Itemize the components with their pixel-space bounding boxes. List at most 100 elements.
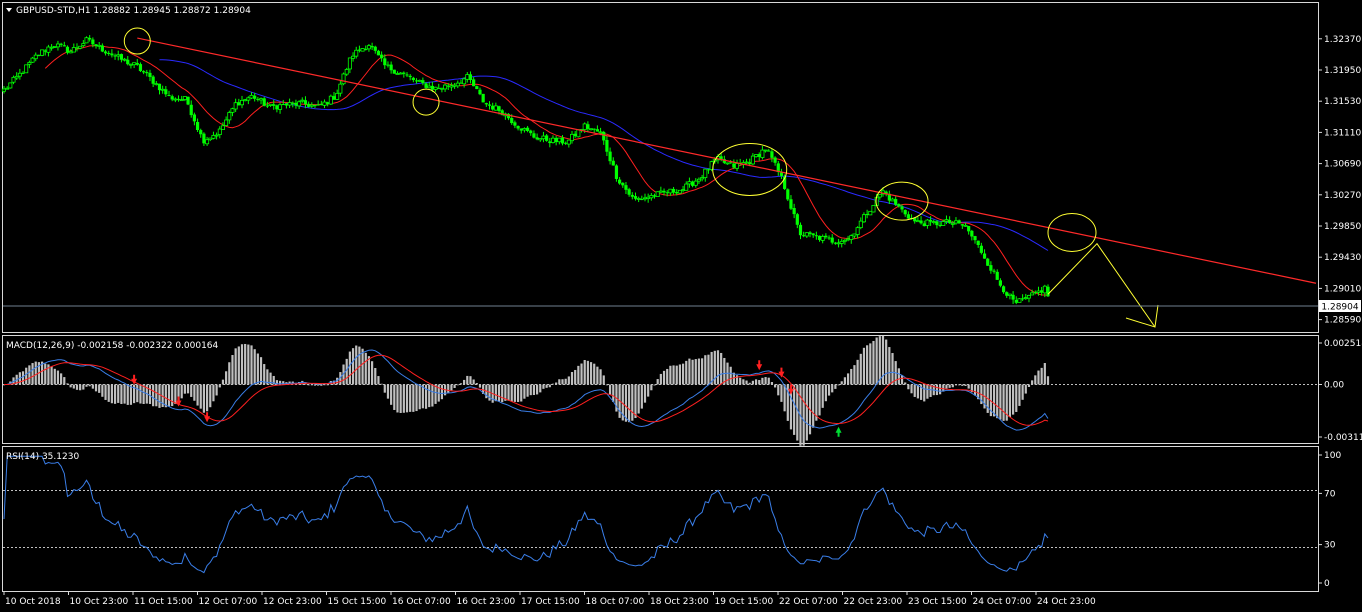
macd-bar <box>891 353 894 385</box>
macd-bar <box>247 344 250 385</box>
candle <box>1017 298 1022 303</box>
macd-bar <box>1002 384 1005 421</box>
macd-bar <box>900 375 904 385</box>
macd-bar <box>529 384 532 396</box>
macd-bar <box>107 384 110 402</box>
macd-bar <box>701 358 704 385</box>
macd-tick-label: 0.00 <box>1324 381 1344 391</box>
macd-bar <box>523 384 526 399</box>
time-tick-label: 22 Oct 23:00 <box>844 597 903 607</box>
macd-bar <box>380 383 383 385</box>
macd-bar <box>85 384 88 387</box>
macd-bar <box>56 370 60 385</box>
macd-bar <box>656 379 659 385</box>
macd-bar <box>834 384 837 389</box>
macd-bar <box>88 384 91 387</box>
macd-bar <box>69 384 72 388</box>
macd-bar <box>999 384 1002 420</box>
macd-bar <box>501 384 504 403</box>
macd-bar <box>478 384 482 388</box>
price-tick-label: 1.30270 <box>1324 191 1361 201</box>
macd-bar <box>399 384 402 413</box>
macd-bar <box>126 384 129 405</box>
macd-bar <box>628 384 631 423</box>
macd-bar <box>748 382 751 385</box>
macd-bar <box>158 384 161 408</box>
macd-bar <box>310 384 313 386</box>
macd-bar <box>434 384 437 404</box>
macd-bar <box>1008 384 1012 418</box>
macd-bar <box>996 384 999 419</box>
macd-bar <box>599 369 602 385</box>
macd-bar <box>567 376 570 385</box>
macd-bar <box>193 384 196 401</box>
candle <box>655 191 660 197</box>
macd-bar <box>110 384 113 404</box>
macd-bar <box>139 384 142 404</box>
time-tick-label: 22 Oct 07:00 <box>779 597 838 607</box>
macd-bar <box>780 384 783 402</box>
macd-bar <box>323 384 326 386</box>
macd-bar <box>60 373 63 385</box>
time-tick-label: 10 Oct 23:00 <box>70 597 129 607</box>
macd-bar <box>720 352 723 385</box>
macd-bar <box>256 353 259 385</box>
macd-bar <box>367 356 371 385</box>
macd-bar <box>885 339 888 385</box>
macd-bar <box>678 364 682 385</box>
macd-bar <box>659 373 662 385</box>
macd-bar <box>647 384 650 397</box>
macd-bar <box>739 377 742 385</box>
price-tick-label: 1.31950 <box>1324 66 1361 76</box>
time-tick-label: 11 Oct 15:00 <box>134 597 193 607</box>
macd-bar <box>440 384 444 400</box>
macd-tick-label: 0.002518 <box>1324 339 1362 349</box>
trading-chart[interactable]: 1.32370 1.31950 1.31530 1.31110 1.30690 1.302… <box>0 0 1362 612</box>
macd-bar <box>653 384 656 386</box>
macd-bar <box>675 365 678 385</box>
macd-bar <box>396 384 399 413</box>
macd-bar <box>878 336 881 385</box>
rsi-tick-label: 30 <box>1324 541 1336 551</box>
macd-bar <box>1021 384 1024 400</box>
candle <box>871 204 876 213</box>
macd-bar <box>123 384 126 404</box>
macd-bar <box>824 384 827 402</box>
macd-bar <box>555 382 558 385</box>
macd-bar <box>840 381 843 385</box>
macd-bar <box>745 380 748 385</box>
macd-bar <box>136 384 139 403</box>
macd-bar <box>992 384 996 417</box>
macd-bar <box>152 384 155 407</box>
macd-bar <box>402 384 405 413</box>
macd-bar <box>729 366 732 385</box>
macd-bar <box>171 384 174 407</box>
macd-bar <box>907 384 910 390</box>
macd-bar <box>463 379 466 385</box>
macd-bar <box>542 384 545 389</box>
macd-bar <box>707 354 710 385</box>
macd-bar <box>234 348 237 385</box>
macd-bar <box>447 384 450 393</box>
macd-bar <box>63 377 66 385</box>
macd-bar <box>215 384 218 396</box>
macd-bar <box>466 375 469 385</box>
candle <box>986 257 990 266</box>
macd-bar <box>351 348 355 385</box>
macd-bar <box>1015 384 1018 412</box>
macd-bar <box>364 352 367 385</box>
macd-bar <box>79 384 82 391</box>
macd-bar <box>510 384 513 402</box>
macd-bar <box>472 379 475 385</box>
macd-bar <box>516 384 520 402</box>
macd-bar <box>218 384 221 388</box>
macd-bar <box>231 355 234 385</box>
time-tick-label: 24 Oct 07:00 <box>973 597 1032 607</box>
macd-bar <box>31 363 34 385</box>
macd-bar <box>66 383 69 385</box>
time-tick-label: 16 Oct 23:00 <box>457 597 516 607</box>
macd-bar <box>897 368 900 385</box>
time-tick-label: 12 Oct 23:00 <box>263 597 322 607</box>
macd-bar <box>28 365 31 385</box>
macd-bar <box>44 363 47 385</box>
